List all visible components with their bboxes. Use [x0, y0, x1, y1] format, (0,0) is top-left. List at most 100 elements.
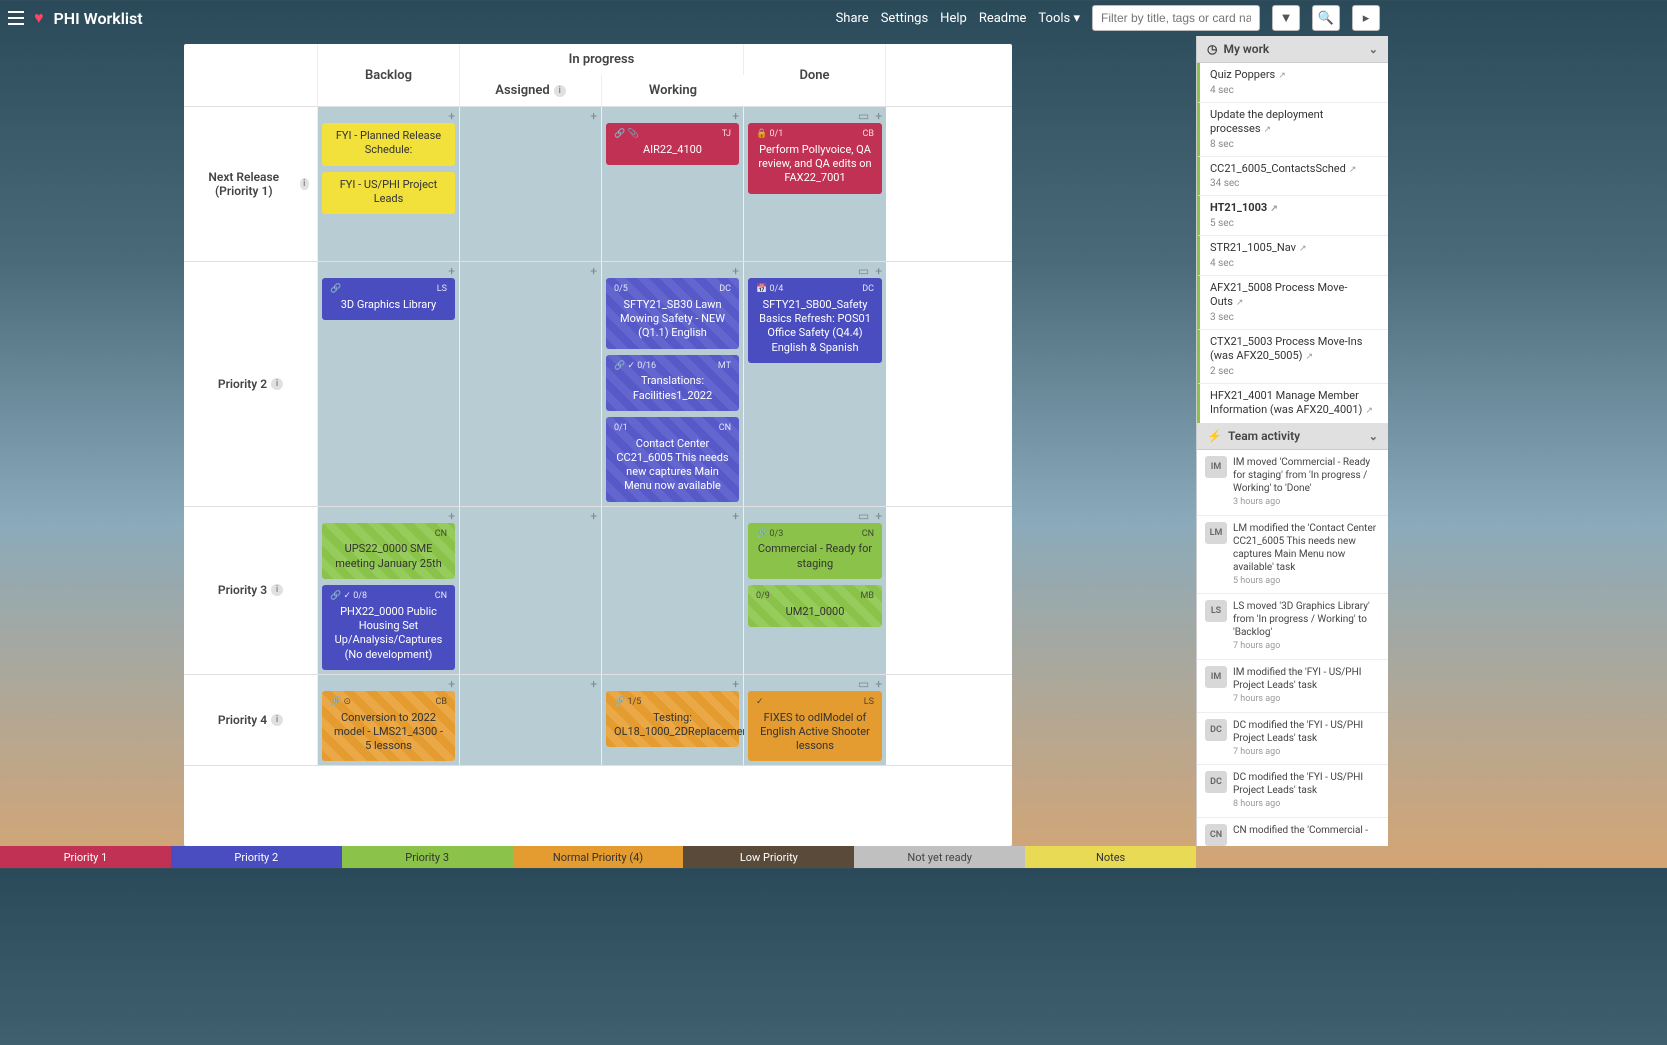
nav-tools[interactable]: Tools ▾ [1038, 11, 1080, 26]
activity-item[interactable]: DCDC modified the 'FYI - US/PHI Project … [1197, 765, 1388, 818]
kanban-card[interactable]: 🔗 ✓ 0/8CNPHX22_0000 Public Housing Set U… [322, 585, 455, 670]
filter-icon[interactable]: ▼ [1272, 5, 1300, 31]
add-card-icon[interactable]: + [732, 264, 739, 278]
kanban-card[interactable]: CNUPS22_0000 SME meeting January 25th [322, 523, 455, 579]
kanban-cell[interactable]: +CNUPS22_0000 SME meeting January 25th 🔗 … [318, 507, 460, 674]
filter-not-yet-ready[interactable]: Not yet ready [854, 846, 1025, 868]
kanban-cell[interactable]: ▭ +📅 0/4DCSFTY21_SB00_Safety Basics Refr… [744, 262, 886, 506]
add-card-icon[interactable]: + [448, 109, 455, 123]
kanban-cell[interactable]: +0/5DCSFTY21_SB30 Lawn Mowing Safety - N… [602, 262, 744, 506]
folder-icon[interactable]: ▭ [858, 109, 869, 123]
search-icon[interactable]: 🔍 [1312, 5, 1340, 31]
add-card-icon[interactable]: + [732, 509, 739, 523]
my-work-item[interactable]: HT21_1003↗5 sec [1197, 196, 1388, 236]
avatar: IM [1205, 666, 1227, 688]
nav-settings[interactable]: Settings [881, 11, 928, 26]
kanban-cell[interactable]: ▭ +✓LSFIXES to odlModel of English Activ… [744, 675, 886, 766]
add-card-icon[interactable]: + [875, 509, 882, 523]
my-work-item[interactable]: Update the deployment processes↗8 sec [1197, 103, 1388, 157]
my-work-item[interactable]: CC21_6005_ContactsSched↗34 sec [1197, 157, 1388, 197]
kanban-cell[interactable]: +🔗 1/5Testing: OL18_1000_2DReplacement [602, 675, 744, 766]
nav-readme[interactable]: Readme [979, 11, 1027, 26]
menu-icon[interactable] [8, 11, 24, 25]
activity-item[interactable]: IMIM modified the 'FYI - US/PHI Project … [1197, 660, 1388, 713]
card-title: Translations: Facilities1_2022 [614, 374, 731, 403]
folder-icon[interactable]: ▭ [858, 264, 869, 278]
add-card-icon[interactable]: + [448, 509, 455, 523]
collapse-sidebar-icon[interactable]: ▸ [1352, 5, 1380, 31]
card-meta: 🔗 0/3 [756, 529, 783, 541]
kanban-card[interactable]: 0/9MBUM21_0000 [748, 585, 882, 627]
kanban-card[interactable]: 🔒 0/1CBPerform Pollyvoice, QA review, an… [748, 123, 882, 194]
my-work-item[interactable]: Quiz Poppers↗4 sec [1197, 63, 1388, 103]
add-card-icon[interactable]: + [448, 677, 455, 691]
activity-item[interactable]: LSLS moved '3D Graphics Library' from 'I… [1197, 594, 1388, 660]
add-card-icon[interactable]: + [590, 677, 597, 691]
kanban-cell[interactable]: +🔗 📎TJAIR22_4100 [602, 107, 744, 261]
kanban-cell[interactable]: +FYI - Planned Release Schedule: FYI - US… [318, 107, 460, 261]
kanban-cell[interactable]: +🔗LS3D Graphics Library [318, 262, 460, 506]
add-card-icon[interactable]: + [590, 109, 597, 123]
activity-item[interactable]: LMLM modified the 'Contact Center CC21_6… [1197, 516, 1388, 595]
card-title: UM21_0000 [756, 605, 874, 619]
card-meta: 0/5 [614, 284, 628, 296]
nav-share[interactable]: Share [836, 11, 869, 26]
filter-priority-2[interactable]: Priority 2 [171, 846, 342, 868]
card-meta: 0/9 [756, 591, 770, 603]
add-card-icon[interactable]: + [590, 264, 597, 278]
work-item-time: 4 sec [1210, 258, 1378, 269]
filter-priority-3[interactable]: Priority 3 [342, 846, 513, 868]
kanban-card[interactable]: 📅 0/4DCSFTY21_SB00_Safety Basics Refresh… [748, 278, 882, 363]
add-card-icon[interactable]: + [732, 109, 739, 123]
kanban-card[interactable]: 0/1CNContact Center CC21_6005 This needs… [606, 417, 739, 502]
my-work-item[interactable]: STR21_1005_Nav↗4 sec [1197, 236, 1388, 276]
filter-normal-priority[interactable]: Normal Priority (4) [513, 846, 684, 868]
filter-notes[interactable]: Notes [1025, 846, 1196, 868]
kanban-card[interactable]: 🔗 1/5Testing: OL18_1000_2DReplacement [606, 691, 739, 747]
kanban-card[interactable]: 🔗 0/3CNCommercial - Ready for staging [748, 523, 882, 579]
folder-icon[interactable]: ▭ [858, 677, 869, 691]
folder-icon[interactable]: ▭ [858, 509, 869, 523]
team-activity-header[interactable]: ⚡ Team activity ⌄ [1197, 423, 1388, 450]
filter-low-priority[interactable]: Low Priority [683, 846, 854, 868]
kanban-card[interactable]: 🔗 ✓ 0/16MTTranslations: Facilities1_2022 [606, 355, 739, 411]
card-assignee: LS [437, 284, 447, 296]
add-card-icon[interactable]: + [590, 509, 597, 523]
nav-help[interactable]: Help [940, 11, 967, 26]
kanban-cell[interactable]: ▭ +🔗 0/3CNCommercial - Ready for staging… [744, 507, 886, 674]
kanban-cell[interactable]: +🔗 ⊙CBConversion to 2022 model - LMS21_4… [318, 675, 460, 766]
add-card-icon[interactable]: + [448, 264, 455, 278]
add-card-icon[interactable]: + [732, 677, 739, 691]
filter-priority-1[interactable]: Priority 1 [0, 846, 171, 868]
kanban-card[interactable]: 🔗 📎TJAIR22_4100 [606, 123, 739, 165]
card-meta: 🔗 ✓ 0/16 [614, 361, 656, 373]
activity-item[interactable]: CNCN modified the 'Commercial - [1197, 818, 1388, 846]
add-card-icon[interactable]: + [875, 677, 882, 691]
card-assignee: TJ [722, 129, 731, 141]
kanban-card[interactable]: 🔗LS3D Graphics Library [322, 278, 455, 320]
my-work-item[interactable]: AFX21_5008 Process Move-Outs↗3 sec [1197, 276, 1388, 330]
activity-item[interactable]: DCDC modified the 'FYI - US/PHI Project … [1197, 713, 1388, 766]
activity-item[interactable]: IMIM moved 'Commercial - Ready for stagi… [1197, 450, 1388, 516]
work-item-time: 2 sec [1210, 366, 1378, 377]
swimlane-header: Priority 3 i [184, 507, 318, 674]
my-work-item[interactable]: CTX21_5003 Process Move-Ins (was AFX20_5… [1197, 330, 1388, 384]
kanban-card[interactable]: FYI - US/PHI Project Leads [322, 172, 455, 215]
card-assignee: CN [435, 529, 447, 541]
kanban-cell[interactable]: + [602, 507, 744, 674]
kanban-card[interactable]: 0/5DCSFTY21_SB30 Lawn Mowing Safety - NE… [606, 278, 739, 349]
kanban-cell[interactable]: + [460, 675, 602, 766]
kanban-card[interactable]: FYI - Planned Release Schedule: [322, 123, 455, 166]
kanban-card[interactable]: 🔗 ⊙CBConversion to 2022 model - LMS21_43… [322, 691, 455, 762]
kanban-cell[interactable]: ▭ +🔒 0/1CBPerform Pollyvoice, QA review,… [744, 107, 886, 261]
kanban-card[interactable]: ✓LSFIXES to odlModel of English Active S… [748, 691, 882, 762]
add-card-icon[interactable]: + [875, 109, 882, 123]
add-card-icon[interactable]: + [875, 264, 882, 278]
filter-input[interactable] [1092, 5, 1260, 31]
kanban-cell[interactable]: + [460, 507, 602, 674]
my-work-item[interactable]: HFX21_4001 Manage Member Information (wa… [1197, 384, 1388, 423]
kanban-cell[interactable]: + [460, 107, 602, 261]
kanban-cell[interactable]: + [460, 262, 602, 506]
external-link-icon: ↗ [1270, 204, 1278, 214]
my-work-header[interactable]: ◷ My work ⌄ [1197, 36, 1388, 63]
